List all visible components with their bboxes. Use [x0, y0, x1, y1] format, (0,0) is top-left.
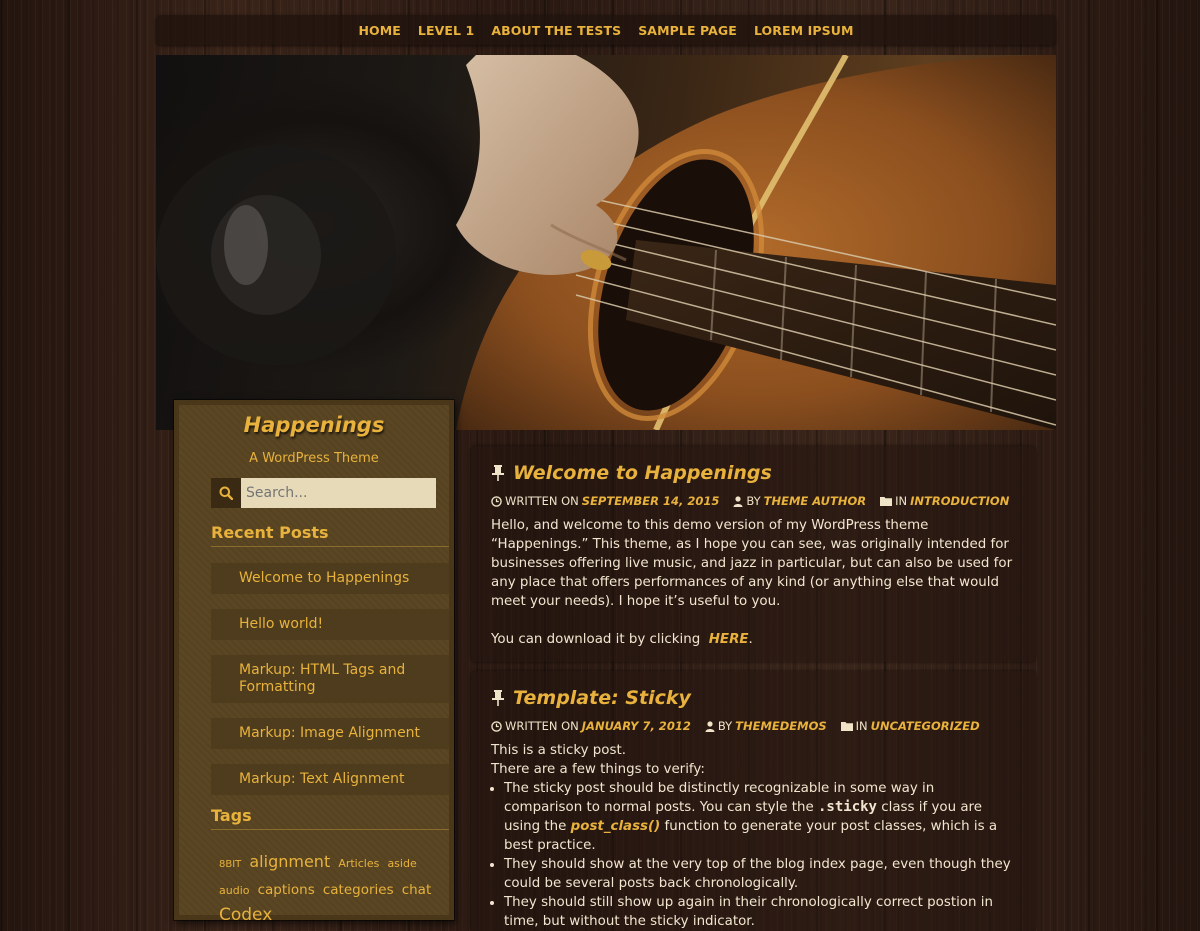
download-text: You can download it by clicking: [491, 632, 701, 647]
written-on-label: WRITTEN ON: [505, 494, 579, 508]
recent-post-link[interactable]: Markup: Text Alignment: [211, 764, 449, 795]
tag-link[interactable]: Codex: [219, 905, 272, 925]
post-content: This is a sticky post. There are a few t…: [491, 741, 1016, 931]
folder-icon: [840, 722, 853, 731]
post-paragraph: Hello, and welcome to this demo version …: [491, 518, 1013, 609]
nav-item-lorem-ipsum[interactable]: LOREM IPSUM: [754, 23, 854, 38]
pushpin-icon: [492, 465, 504, 481]
nav-item-sample-page[interactable]: SAMPLE PAGE: [638, 23, 737, 38]
post-meta: WRITTEN ON JANUARY 7, 2012 BY THEMEDEMOS…: [491, 719, 1016, 733]
post-title: Welcome to Happenings: [491, 462, 1016, 484]
list-item: The sticky post should be distinctly rec…: [504, 779, 1016, 855]
by-label: BY: [717, 719, 733, 733]
post-bullet-list: The sticky post should be distinctly rec…: [491, 779, 1016, 931]
tag-link[interactable]: Articles: [338, 857, 379, 870]
header-image: [156, 55, 1056, 430]
post-author[interactable]: THEME AUTHOR: [764, 494, 866, 508]
tag-link[interactable]: aside: [387, 857, 416, 870]
clock-icon: [491, 720, 502, 732]
recent-post-link[interactable]: Markup: Image Alignment: [211, 718, 449, 749]
post-category[interactable]: INTRODUCTION: [910, 494, 1009, 508]
sticky-code: .sticky: [817, 799, 877, 815]
nav-item-home[interactable]: HOME: [358, 23, 400, 38]
post-paragraph: You can download it by clicking HERE.: [491, 630, 1016, 649]
post-title: Template: Sticky: [491, 687, 1016, 709]
tag-link[interactable]: chat: [402, 882, 432, 898]
download-link[interactable]: HERE: [709, 632, 749, 647]
list-item: They should still show up again in their…: [504, 893, 1016, 931]
tag-link[interactable]: captions: [258, 882, 315, 898]
main-nav: HOME LEVEL 1 ABOUT THE TESTS SAMPLE PAGE…: [156, 15, 1056, 45]
post-card: Template: Sticky WRITTEN ON JANUARY 7, 2…: [471, 671, 1036, 931]
post-date[interactable]: JANUARY 7, 2012: [582, 719, 691, 733]
post-category[interactable]: UNCATEGORIZED: [871, 719, 980, 733]
search-input[interactable]: [241, 478, 436, 508]
by-label: BY: [746, 494, 761, 508]
post-date[interactable]: SEPTEMBER 14, 2015: [582, 494, 720, 508]
site-title[interactable]: Happenings: [179, 413, 449, 437]
folder-icon: [880, 497, 893, 506]
nav-item-about-the-tests[interactable]: ABOUT THE TESTS: [491, 23, 621, 38]
nav-item-level-1[interactable]: LEVEL 1: [418, 23, 474, 38]
recent-posts-list: Welcome to Happenings Hello world! Marku…: [211, 563, 449, 810]
post-line: There are a few things to verify:: [491, 762, 705, 777]
tag-link[interactable]: 8BIT: [219, 859, 241, 870]
tag-link[interactable]: alignment: [249, 852, 330, 871]
search-form: [211, 478, 436, 508]
sidebar: Happenings A WordPress Theme Recent Post…: [174, 400, 454, 925]
post-meta: WRITTEN ON SEPTEMBER 14, 2015 BY THEME A…: [491, 494, 1016, 508]
recent-post-link[interactable]: Welcome to Happenings: [211, 563, 449, 594]
site-tagline: A WordPress Theme: [249, 451, 379, 466]
list-item: They should show at the very top of the …: [504, 855, 1016, 893]
post-title-link[interactable]: Template: Sticky: [513, 687, 691, 709]
search-button[interactable]: [211, 478, 241, 508]
clock-icon: [491, 495, 502, 507]
download-suffix: .: [748, 632, 753, 647]
user-icon: [733, 495, 743, 507]
in-label: IN: [855, 719, 868, 733]
post-line: This is a sticky post.: [491, 743, 626, 758]
guitar-illustration: [156, 55, 1056, 430]
post-class-link[interactable]: post_class(): [571, 819, 661, 834]
recent-post-link[interactable]: Hello world!: [211, 609, 449, 640]
post-content: Hello, and welcome to this demo version …: [491, 516, 1016, 649]
post-title-link[interactable]: Welcome to Happenings: [513, 462, 772, 484]
post-author[interactable]: THEMEDEMOS: [735, 719, 827, 733]
tag-link[interactable]: audio: [219, 884, 249, 897]
post-card: Welcome to Happenings WRITTEN ON SEPTEMB…: [471, 446, 1036, 662]
recent-post-link[interactable]: Markup: HTML Tags and Formatting: [211, 655, 449, 703]
written-on-label: WRITTEN ON: [505, 719, 579, 733]
user-icon: [705, 720, 715, 732]
pushpin-icon: [492, 690, 504, 706]
tag-cloud: 8BIT alignment Articles aside audio capt…: [219, 850, 444, 927]
tag-link[interactable]: categories: [323, 882, 394, 898]
recent-posts-heading: Recent Posts: [211, 523, 449, 547]
tags-heading: Tags: [211, 806, 449, 830]
search-icon: [219, 486, 233, 500]
in-label: IN: [895, 494, 908, 508]
